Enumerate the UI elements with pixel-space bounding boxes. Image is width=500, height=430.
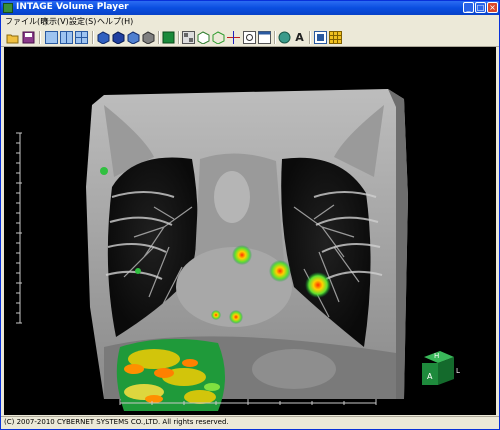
scale-ruler bbox=[16, 132, 22, 324]
toolbar-separator bbox=[274, 31, 276, 44]
cube-front-icon[interactable] bbox=[127, 31, 140, 44]
hotspot bbox=[229, 310, 243, 324]
hotspot bbox=[135, 268, 141, 274]
app-window: INTAGE Volume Player _ □ × ファイル(F) 表示(V)… bbox=[0, 0, 500, 430]
clip-cube-icon[interactable] bbox=[212, 31, 225, 44]
orientation-label-top: H bbox=[434, 352, 439, 360]
orientation-label-side: L bbox=[456, 367, 460, 375]
cube-blue-icon[interactable] bbox=[97, 31, 110, 44]
annotation-icon[interactable]: A bbox=[293, 31, 306, 44]
grid-icon[interactable] bbox=[329, 31, 342, 44]
layout-single-icon[interactable] bbox=[45, 31, 58, 44]
toolbar-separator bbox=[39, 31, 41, 44]
window-title: INTAGE Volume Player bbox=[16, 2, 129, 12]
status-bar: (C) 2007-2010 CYBERNET SYSTEMS CO.,LTD. … bbox=[1, 416, 499, 429]
app-icon bbox=[3, 3, 13, 13]
volume-viewport[interactable]: H A L bbox=[4, 47, 496, 415]
title-bar[interactable]: INTAGE Volume Player _ □ × bbox=[1, 1, 499, 15]
liver-uptake bbox=[116, 338, 225, 411]
layout-dual-icon[interactable] bbox=[60, 31, 73, 44]
orientation-label-front: A bbox=[427, 372, 433, 381]
hotspot bbox=[232, 245, 252, 265]
hotspot bbox=[211, 310, 221, 320]
green-square-icon[interactable] bbox=[162, 31, 175, 44]
menu-help[interactable]: ヘルプ(H) bbox=[97, 16, 133, 27]
cube-gray-icon[interactable] bbox=[142, 31, 155, 44]
menu-settings[interactable]: 設定(S) bbox=[69, 16, 96, 27]
toolbar-separator bbox=[309, 31, 311, 44]
open-icon[interactable] bbox=[6, 31, 19, 44]
menu-bar: ファイル(F) 表示(V) 設定(S) ヘルプ(H) bbox=[1, 15, 499, 28]
toolbar-separator bbox=[178, 31, 180, 44]
orientation-cube[interactable]: H A L bbox=[422, 351, 460, 385]
minimize-button[interactable]: _ bbox=[463, 2, 474, 13]
toolbar: A bbox=[1, 28, 499, 47]
roi-icon[interactable] bbox=[243, 31, 256, 44]
crosshair-icon[interactable] bbox=[227, 31, 240, 44]
save-icon[interactable] bbox=[22, 31, 35, 44]
cube-blue-dark-icon[interactable] bbox=[112, 31, 125, 44]
menu-view[interactable]: 表示(V) bbox=[41, 16, 69, 27]
layout-quad-icon[interactable] bbox=[75, 31, 88, 44]
mpr-icon[interactable] bbox=[182, 31, 195, 44]
aorta bbox=[214, 171, 250, 223]
close-button[interactable]: × bbox=[487, 2, 498, 13]
hotspot bbox=[305, 272, 331, 298]
stomach bbox=[252, 349, 336, 389]
maximize-button[interactable]: □ bbox=[475, 2, 486, 13]
ct-rendering: H A L bbox=[16, 89, 460, 411]
hotspot bbox=[100, 167, 108, 175]
toolbar-separator bbox=[92, 31, 94, 44]
hotspot bbox=[269, 260, 291, 282]
toolbar-separator bbox=[158, 31, 160, 44]
copyright-text: (C) 2007-2010 CYBERNET SYSTEMS CO.,LTD. … bbox=[4, 418, 229, 426]
volume-icon[interactable] bbox=[197, 31, 210, 44]
window-icon[interactable] bbox=[258, 31, 271, 44]
sphere-icon[interactable] bbox=[278, 31, 291, 44]
screenshot-icon[interactable] bbox=[314, 31, 327, 44]
